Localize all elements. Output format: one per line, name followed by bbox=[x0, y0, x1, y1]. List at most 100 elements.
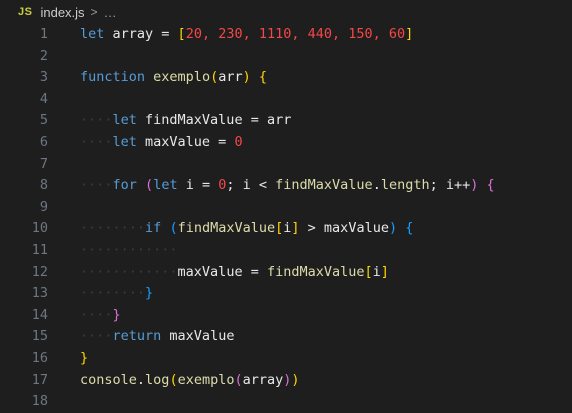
code-token: ( bbox=[145, 177, 154, 194]
code-token: return bbox=[112, 328, 162, 345]
line-number: 9 bbox=[39, 198, 48, 215]
code-token: 0 bbox=[234, 133, 243, 150]
code-token: ; i++ bbox=[429, 177, 471, 194]
code-line[interactable]: 10 ········if (findMaxValue[i] > maxValue… bbox=[0, 218, 572, 240]
code-content[interactable]: ····let maxValue = 0 bbox=[48, 132, 243, 154]
code-line[interactable]: 18 bbox=[0, 391, 572, 413]
code-token: ( bbox=[210, 69, 219, 86]
code-editor[interactable]: 1 let array = [20, 230, 1110, 440, 150, 6… bbox=[0, 24, 572, 413]
code-line[interactable]: 13 ········} bbox=[0, 283, 572, 305]
code-line[interactable]: 14 ····} bbox=[0, 305, 572, 327]
code-token: exemplo bbox=[177, 371, 235, 388]
whitespace-marker: ···· bbox=[80, 306, 113, 323]
code-token: array bbox=[242, 371, 284, 388]
code-line[interactable]: 15 ····return maxValue bbox=[0, 326, 572, 348]
code-line[interactable]: 7 bbox=[0, 154, 572, 176]
code-line[interactable]: 8 ····for (let i = 0; i < findMaxValue.le… bbox=[0, 175, 572, 197]
code-token: exemplo bbox=[153, 69, 211, 86]
code-content[interactable]: ············maxValue = findMaxValue[i] bbox=[48, 262, 389, 284]
code-content[interactable] bbox=[48, 89, 80, 111]
line-number: 17 bbox=[31, 371, 48, 388]
code-token: let bbox=[112, 112, 137, 129]
line-number: 10 bbox=[31, 220, 48, 237]
code-token: ) bbox=[388, 220, 398, 237]
code-content[interactable]: } bbox=[48, 348, 88, 370]
code-token: for bbox=[112, 177, 137, 194]
javascript-file-icon: JS bbox=[18, 6, 33, 18]
code-content[interactable]: ········} bbox=[48, 283, 153, 305]
line-number: 5 bbox=[39, 112, 48, 129]
code-content[interactable]: ····let findMaxValue = arr bbox=[48, 110, 291, 132]
line-number: 14 bbox=[31, 306, 48, 323]
code-line[interactable]: 4 bbox=[0, 89, 572, 111]
code-token: ( bbox=[169, 220, 178, 237]
code-content[interactable]: let array = [20, 230, 1110, 440, 150, 60… bbox=[48, 24, 413, 46]
whitespace-marker: ············ bbox=[80, 241, 178, 258]
code-token: ] bbox=[291, 220, 300, 237]
code-token: let bbox=[153, 177, 178, 194]
code-token: [ bbox=[364, 263, 373, 280]
code-token: ] bbox=[405, 26, 414, 42]
code-token: { bbox=[486, 177, 495, 194]
code-content[interactable]: ············ bbox=[48, 240, 178, 262]
code-content[interactable] bbox=[48, 46, 80, 68]
code-content[interactable]: console.log(exemplo(array)) bbox=[48, 370, 300, 392]
code-line[interactable]: 16} bbox=[0, 348, 572, 370]
line-number: 8 bbox=[39, 177, 48, 194]
code-content[interactable]: ····for (let i = 0; i < findMaxValue.len… bbox=[48, 175, 495, 197]
code-token: findMaxValue bbox=[266, 263, 365, 280]
whitespace-marker: ········ bbox=[80, 220, 146, 237]
code-token: ( bbox=[169, 371, 178, 388]
code-content[interactable]: ····} bbox=[48, 305, 121, 327]
code-token: findMaxValue bbox=[177, 220, 276, 237]
line-number: 3 bbox=[39, 69, 48, 86]
line-number: 4 bbox=[39, 90, 48, 107]
code-line[interactable]: 2 bbox=[0, 46, 572, 68]
code-token: { bbox=[258, 69, 268, 86]
code-line[interactable]: 3 function exemplo(arr) { bbox=[0, 67, 572, 89]
whitespace-marker: ···· bbox=[80, 328, 113, 345]
code-line[interactable]: 9 bbox=[0, 197, 572, 219]
code-content[interactable]: ········if (findMaxValue[i] > maxValue) … bbox=[48, 218, 413, 240]
code-line[interactable]: 17 console.log(exemplo(array)) bbox=[0, 370, 572, 392]
code-line[interactable]: 12 ············maxValue = findMaxValue[i] bbox=[0, 262, 572, 284]
whitespace-marker: ········ bbox=[80, 285, 146, 302]
code-token: maxValue bbox=[161, 328, 235, 345]
code-line[interactable]: 6 ····let maxValue = 0 bbox=[0, 132, 572, 154]
code-token: length bbox=[380, 177, 430, 194]
code-token: [ bbox=[177, 26, 186, 42]
code-token: findMaxValue bbox=[275, 177, 373, 194]
line-number: 15 bbox=[31, 328, 48, 345]
code-token: arr bbox=[218, 69, 243, 86]
line-number: 7 bbox=[39, 155, 48, 172]
code-content[interactable] bbox=[48, 391, 80, 413]
code-token: > maxValue bbox=[299, 220, 389, 237]
code-token: ) bbox=[242, 69, 251, 86]
code-token: maxValue = bbox=[136, 133, 235, 150]
code-token: let bbox=[80, 26, 105, 42]
code-token: findMaxValue = arr bbox=[136, 112, 292, 129]
line-number: 12 bbox=[31, 263, 48, 280]
line-number: 6 bbox=[39, 133, 48, 150]
code-line[interactable]: 11 ············ bbox=[0, 240, 572, 262]
whitespace-marker: ············ bbox=[80, 263, 178, 280]
code-token: } bbox=[112, 306, 121, 323]
code-token: ( bbox=[234, 371, 243, 388]
code-content[interactable]: ····return maxValue bbox=[48, 326, 234, 348]
code-token: function bbox=[80, 69, 146, 86]
code-content[interactable] bbox=[48, 154, 80, 176]
code-content[interactable] bbox=[48, 197, 80, 219]
code-line[interactable]: 1 let array = [20, 230, 1110, 440, 150, 6… bbox=[0, 24, 572, 46]
code-line[interactable]: 5 ····let findMaxValue = arr bbox=[0, 110, 572, 132]
breadcrumb-more[interactable]: … bbox=[104, 5, 117, 20]
breadcrumb-file-name[interactable]: index.js bbox=[40, 5, 84, 20]
code-token: if bbox=[145, 220, 162, 237]
code-token: maxValue = bbox=[177, 263, 267, 280]
whitespace-marker: ···· bbox=[80, 177, 113, 194]
code-content[interactable]: function exemplo(arr) { bbox=[48, 67, 267, 89]
line-number: 13 bbox=[31, 285, 48, 302]
